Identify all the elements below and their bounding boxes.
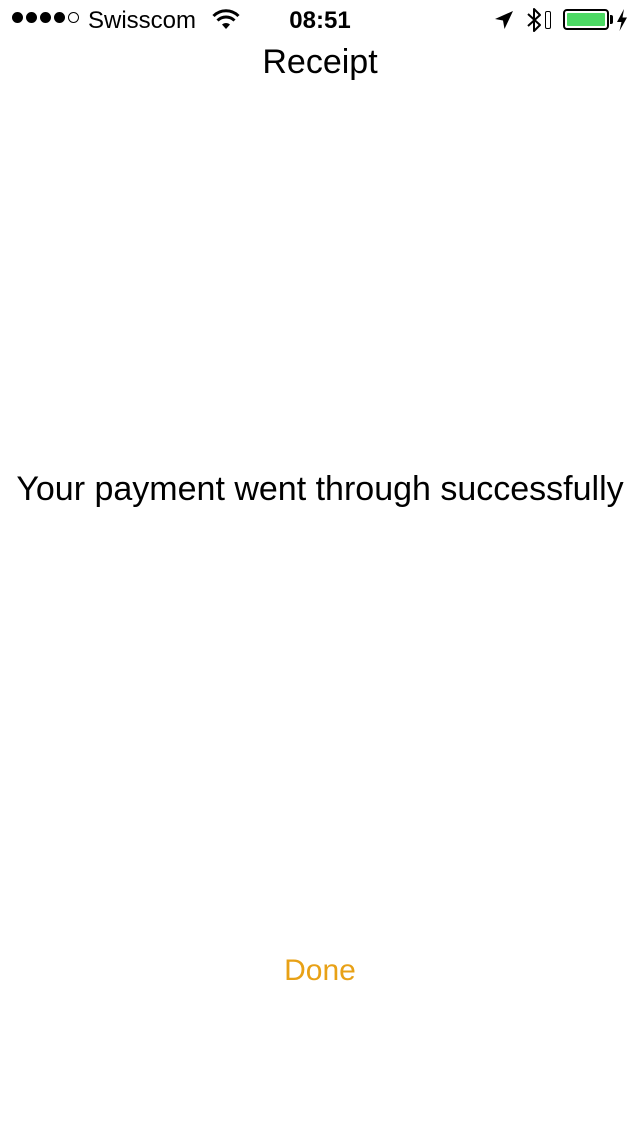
bluetooth-battery-icon (545, 11, 551, 29)
status-time: 08:51 (289, 7, 351, 34)
charging-bolt-icon (617, 9, 627, 31)
battery-icon (563, 9, 609, 30)
battery-level-fill (567, 13, 605, 26)
status-bar: Swisscom 08:51 (0, 0, 640, 40)
page-title: Receipt (262, 43, 378, 81)
receipt-screen: Swisscom 08:51 Receipt Your payment went… (0, 0, 640, 1136)
bluetooth-icon (527, 8, 541, 32)
done-button[interactable]: Done (260, 946, 380, 996)
battery-tip (610, 15, 613, 24)
location-arrow-icon (495, 11, 513, 29)
payment-success-message: Your payment went through successfully (16, 470, 624, 508)
